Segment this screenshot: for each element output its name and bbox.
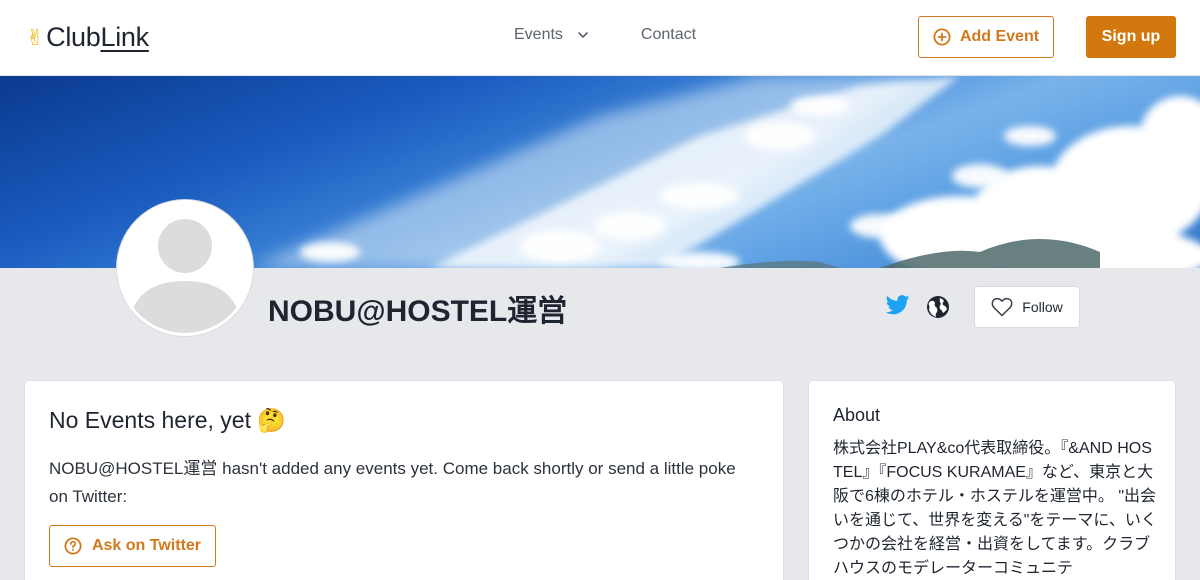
add-event-label: Add Event — [959, 28, 1040, 45]
nav-contact-link[interactable]: Contact — [641, 26, 696, 44]
events-card: No Events here, yet 🤔 NOBU@HOSTEL運営 hasn… — [24, 380, 784, 580]
nav-events-label: Events — [514, 26, 563, 43]
sign-up-button[interactable]: Sign up — [1086, 16, 1176, 58]
chevron-down-icon — [578, 32, 588, 38]
main-nav: Events Contact — [514, 26, 696, 44]
question-circle-icon — [64, 537, 82, 555]
nav-events-dropdown[interactable]: Events — [514, 26, 589, 44]
ask-on-twitter-label: Ask on Twitter — [91, 537, 202, 554]
follow-label: Follow — [1022, 299, 1063, 315]
plus-circle-icon — [933, 28, 951, 46]
logo-club-text: Club — [46, 22, 101, 52]
about-title: About — [833, 405, 881, 425]
about-text: 株式会社PLAY&co代表取締役。『&AND HOSTEL』『FOCUS KUR… — [833, 440, 1157, 577]
follow-button[interactable]: Follow — [974, 286, 1080, 328]
logo-link-text: Link — [100, 22, 149, 52]
peace-hand-icon: ✌ — [26, 24, 45, 50]
heart-icon — [991, 297, 1013, 317]
about-card: About 株式会社PLAY&co代表取締役。『&AND HOSTEL』『FOC… — [808, 380, 1176, 580]
globe-icon[interactable] — [926, 295, 950, 319]
twitter-icon[interactable] — [886, 295, 910, 315]
profile-name: NOBU@HOSTEL運営 — [268, 295, 568, 328]
default-user-icon — [120, 203, 250, 333]
top-header: ✌ Club Link Events Contact Add Event Sig… — [0, 0, 1200, 76]
events-empty-title: No Events here, yet 🤔 — [49, 407, 287, 433]
events-empty-message: NOBU@HOSTEL運営 hasn't added any events ye… — [49, 459, 736, 506]
clublink-logo[interactable]: ✌ Club Link — [26, 22, 149, 53]
profile-avatar — [117, 200, 253, 336]
ask-on-twitter-button[interactable]: Ask on Twitter — [49, 525, 216, 567]
add-event-button[interactable]: Add Event — [918, 16, 1054, 58]
